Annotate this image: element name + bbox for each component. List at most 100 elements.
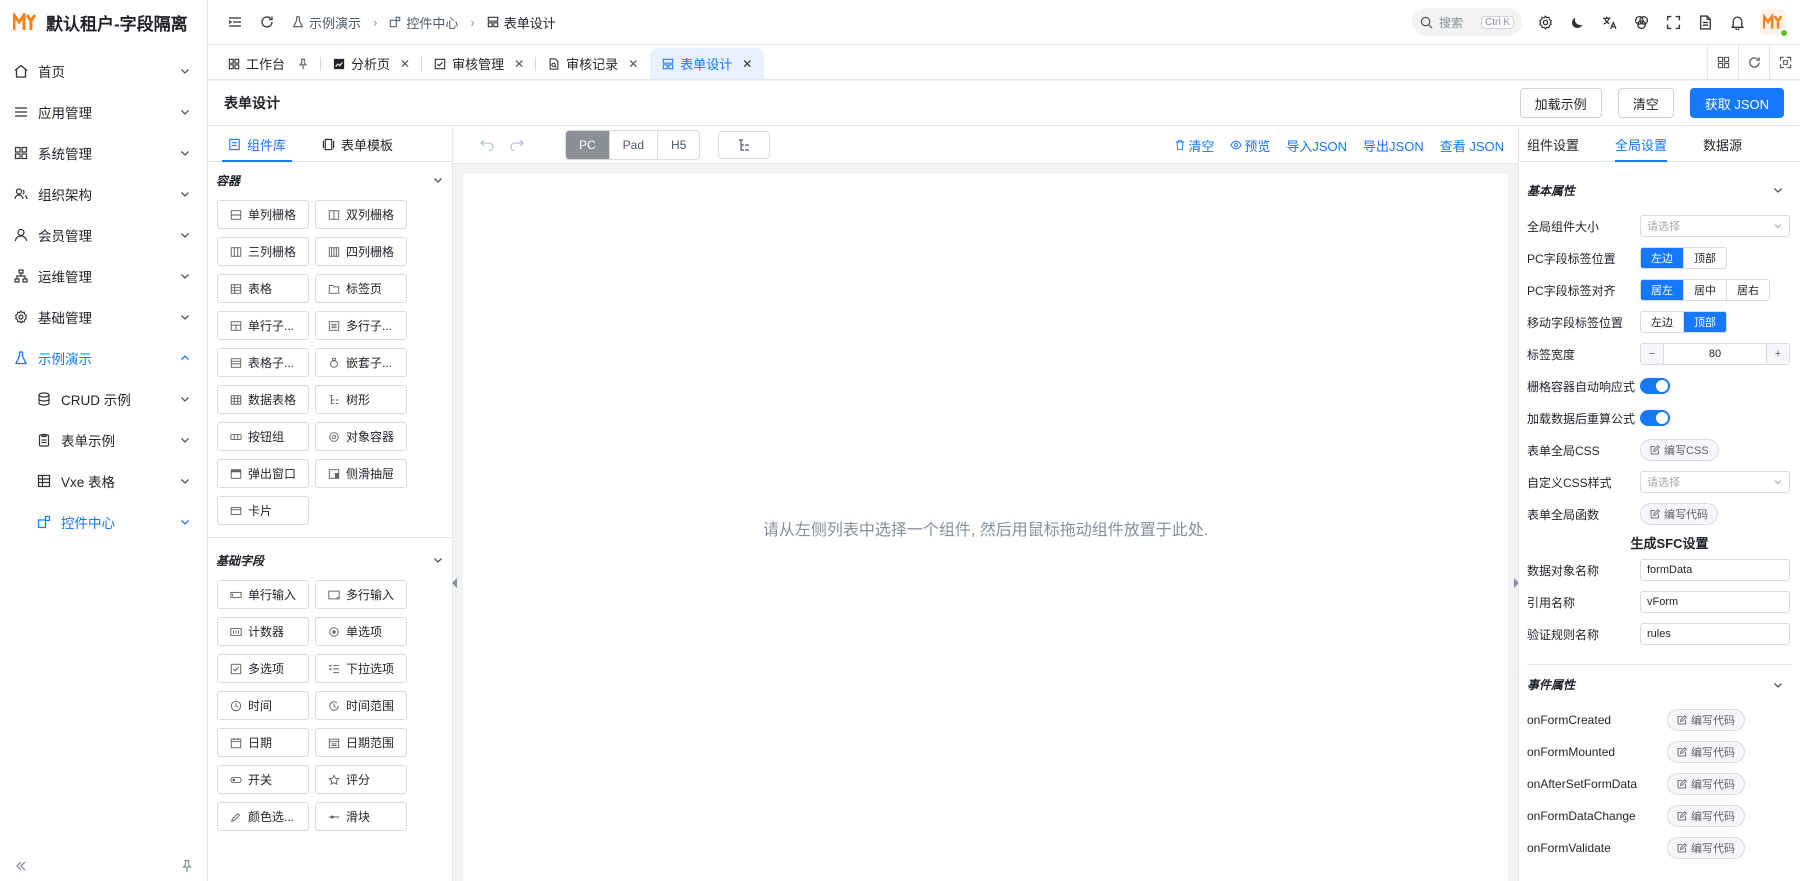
load-example-button[interactable]: 加载示例 bbox=[1519, 88, 1602, 118]
tab-analysis[interactable]: 分析页 ✕ bbox=[321, 48, 423, 79]
edit-code-button[interactable]: 编写代码 bbox=[1667, 741, 1745, 763]
pin-icon[interactable] bbox=[297, 58, 309, 70]
recalc-formula-switch[interactable] bbox=[1640, 410, 1670, 426]
radio-align-left[interactable]: 居左 bbox=[1641, 280, 1684, 300]
component-chip[interactable]: 颜色选... bbox=[217, 802, 309, 831]
edit-code-button[interactable]: 编写代码 bbox=[1667, 837, 1745, 859]
component-chip[interactable]: 多行子... bbox=[315, 311, 407, 340]
sidebar-item-control-center[interactable]: 控件中心 bbox=[0, 501, 207, 542]
sidebar-item-system[interactable]: 系统管理 bbox=[0, 132, 207, 173]
grid-responsive-switch[interactable] bbox=[1640, 378, 1670, 394]
component-chip[interactable]: 单行输入 bbox=[217, 580, 309, 609]
component-chip[interactable]: 标签页 bbox=[315, 274, 407, 303]
data-object-input[interactable]: formData bbox=[1640, 559, 1790, 581]
form-drop-zone[interactable]: 请从左侧列表中选择一个组件, 然后用鼠标拖动组件放置于此处. bbox=[463, 174, 1508, 881]
edit-code-button[interactable]: 编写代码 bbox=[1667, 805, 1745, 827]
settings-icon[interactable] bbox=[1536, 13, 1554, 31]
sidebar-item-basic[interactable]: 基础管理 bbox=[0, 296, 207, 337]
global-size-select[interactable]: 请选择 bbox=[1640, 215, 1790, 237]
component-chip[interactable]: 树形 bbox=[315, 385, 407, 414]
tab-datasource[interactable]: 数据源 bbox=[1703, 127, 1742, 162]
tab-form-design[interactable]: 表单设计 ✕ bbox=[650, 48, 765, 79]
edit-code-button[interactable]: 编写代码 bbox=[1640, 503, 1718, 525]
collapse-sidebar-icon[interactable] bbox=[14, 859, 28, 876]
component-chip[interactable]: 表格子... bbox=[217, 348, 309, 377]
undo-icon[interactable] bbox=[479, 137, 509, 154]
tab-audit[interactable]: 审核管理 ✕ bbox=[422, 48, 537, 79]
component-chip[interactable]: 开关 bbox=[217, 765, 309, 794]
close-icon[interactable]: ✕ bbox=[742, 57, 752, 71]
sidebar-item-ops[interactable]: 运维管理 bbox=[0, 255, 207, 296]
sidebar-item-org[interactable]: 组织架构 bbox=[0, 173, 207, 214]
component-chip[interactable]: 多选项 bbox=[217, 654, 309, 683]
collapse-left-panel-icon[interactable] bbox=[451, 577, 459, 592]
tab-component-settings[interactable]: 组件设置 bbox=[1527, 127, 1579, 162]
component-chip[interactable]: 单选项 bbox=[315, 617, 407, 646]
avatar[interactable] bbox=[1760, 9, 1788, 37]
radio-top[interactable]: 顶部 bbox=[1684, 312, 1726, 332]
sidebar-item-vxe[interactable]: Vxe 表格 bbox=[0, 460, 207, 501]
component-chip[interactable]: 嵌套子... bbox=[315, 348, 407, 377]
refresh-icon[interactable] bbox=[256, 11, 278, 33]
component-chip[interactable]: 滑块 bbox=[315, 802, 407, 831]
breadcrumb-item[interactable]: 控件中心 bbox=[389, 13, 458, 32]
clear-link[interactable]: 清空 bbox=[1174, 136, 1214, 155]
fullscreen-icon[interactable] bbox=[1664, 13, 1682, 31]
radio-align-center[interactable]: 居中 bbox=[1684, 280, 1727, 300]
menu-toggle-icon[interactable] bbox=[224, 11, 246, 33]
radio-left[interactable]: 左边 bbox=[1641, 248, 1684, 268]
get-json-button[interactable]: 获取 JSON bbox=[1689, 88, 1784, 118]
palette-icon[interactable] bbox=[1632, 13, 1650, 31]
edit-code-button[interactable]: 编写代码 bbox=[1667, 709, 1745, 731]
component-chip[interactable]: 下拉选项 bbox=[315, 654, 407, 683]
component-chip[interactable]: 四列栅格 bbox=[315, 237, 407, 266]
component-chip[interactable]: 按钮组 bbox=[217, 422, 309, 451]
brand[interactable]: 默认租户-字段隔离 bbox=[0, 0, 207, 44]
view-json-link[interactable]: 查看 JSON bbox=[1440, 136, 1504, 155]
sidebar-item-members[interactable]: 会员管理 bbox=[0, 214, 207, 255]
component-chip[interactable]: 弹出窗口 bbox=[217, 459, 309, 488]
sidebar-item-home[interactable]: 首页 bbox=[0, 50, 207, 91]
translate-icon[interactable] bbox=[1600, 13, 1618, 31]
tab-templates[interactable]: 表单模板 bbox=[322, 127, 393, 162]
stepper-value[interactable]: 80 bbox=[1663, 344, 1767, 364]
decrement-button[interactable]: − bbox=[1641, 344, 1663, 364]
component-chip[interactable]: 时间范围 bbox=[315, 691, 407, 720]
component-chip[interactable]: 日期 bbox=[217, 728, 309, 757]
tab-components[interactable]: 组件库 bbox=[222, 127, 293, 162]
sidebar-item-form-example[interactable]: 表单示例 bbox=[0, 419, 207, 460]
radio-top[interactable]: 顶部 bbox=[1684, 248, 1726, 268]
sidebar-item-crud[interactable]: CRUD 示例 bbox=[0, 378, 207, 419]
maximize-icon[interactable] bbox=[1769, 45, 1800, 79]
radio-left[interactable]: 左边 bbox=[1641, 312, 1684, 332]
edit-code-button[interactable]: 编写代码 bbox=[1667, 773, 1745, 795]
component-chip[interactable]: 日期范围 bbox=[315, 728, 407, 757]
component-chip[interactable]: 双列栅格 bbox=[315, 200, 407, 229]
component-chip[interactable]: 卡片 bbox=[217, 496, 309, 525]
search-box[interactable]: 搜索 Ctrl K bbox=[1412, 8, 1522, 36]
node-tree-button[interactable] bbox=[718, 131, 771, 159]
tab-audit-records[interactable]: 审核记录 ✕ bbox=[536, 48, 650, 79]
component-chip[interactable]: 计数器 bbox=[217, 617, 309, 646]
preview-link[interactable]: 预览 bbox=[1230, 136, 1270, 155]
component-chip[interactable]: 多行输入 bbox=[315, 580, 407, 609]
moon-icon[interactable] bbox=[1568, 13, 1586, 31]
group-container-header[interactable]: 容器 bbox=[208, 162, 452, 198]
breadcrumb-item[interactable]: 示例演示 bbox=[292, 13, 361, 32]
component-chip[interactable]: 评分 bbox=[315, 765, 407, 794]
increment-button[interactable]: + bbox=[1767, 344, 1789, 364]
sidebar-item-demo[interactable]: 示例演示 bbox=[0, 337, 207, 378]
close-icon[interactable]: ✕ bbox=[400, 57, 410, 71]
device-h5-button[interactable]: H5 bbox=[658, 131, 699, 159]
component-chip[interactable]: 数据表格 bbox=[217, 385, 309, 414]
breadcrumb-item[interactable]: 表单设计 bbox=[487, 13, 556, 32]
component-chip[interactable]: 三列栅格 bbox=[217, 237, 309, 266]
component-chip[interactable]: 单列栅格 bbox=[217, 200, 309, 229]
clear-button[interactable]: 清空 bbox=[1617, 88, 1674, 118]
pin-icon[interactable] bbox=[180, 859, 194, 876]
redo-icon[interactable] bbox=[509, 137, 539, 154]
custom-css-select[interactable]: 请选择 bbox=[1640, 471, 1790, 493]
device-pc-button[interactable]: PC bbox=[566, 131, 610, 159]
component-chip[interactable]: 表格 bbox=[217, 274, 309, 303]
bell-icon[interactable] bbox=[1728, 13, 1746, 31]
